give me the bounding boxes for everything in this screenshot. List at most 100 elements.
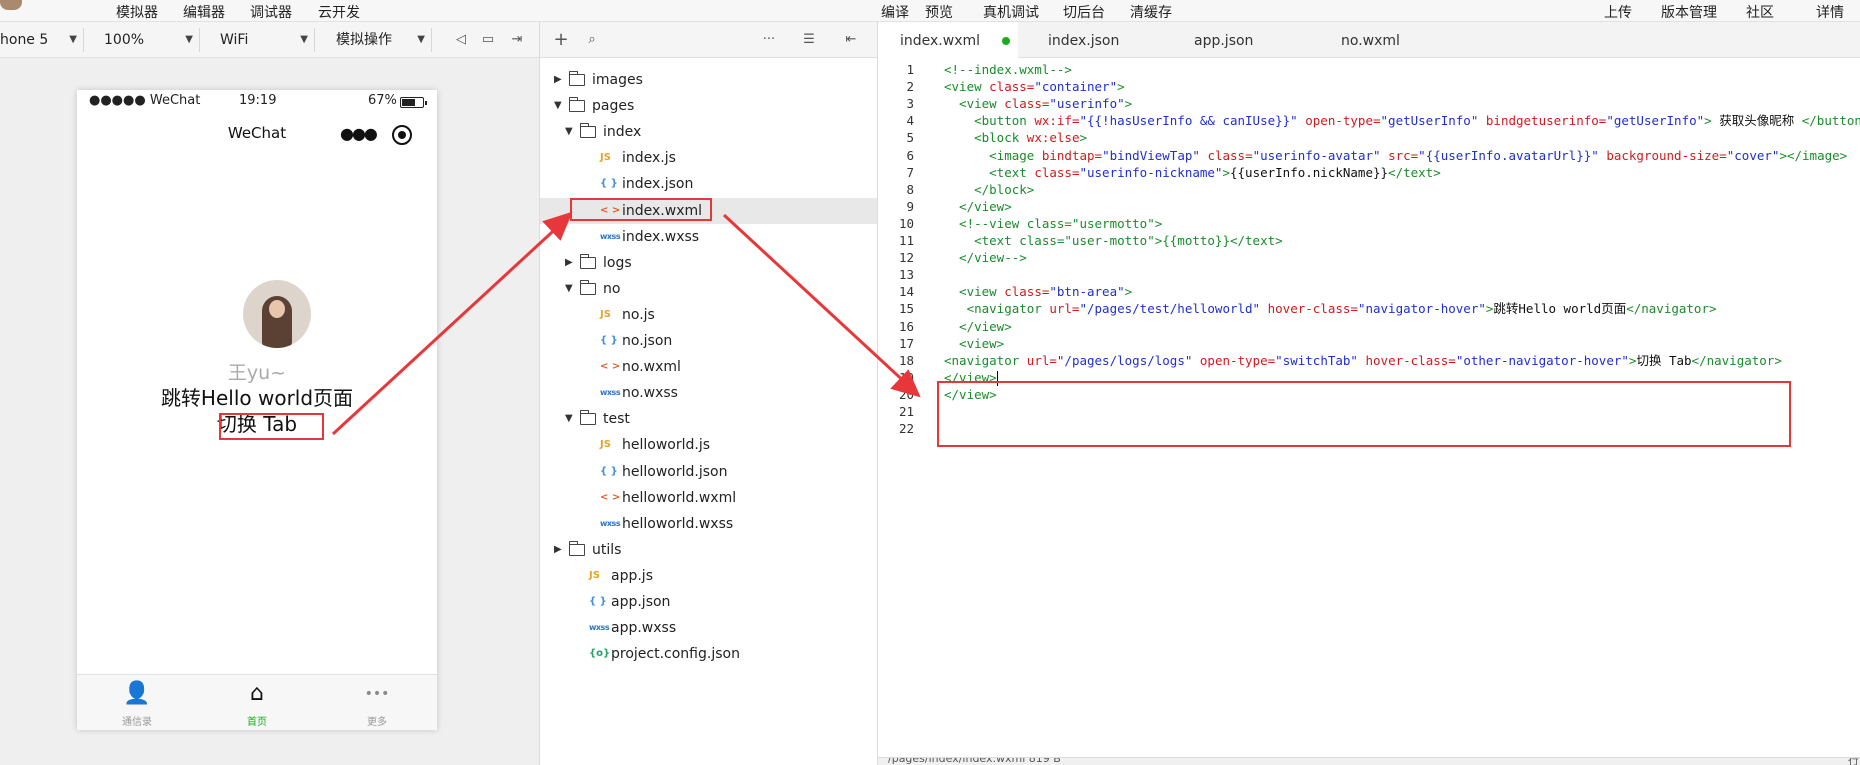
tree-item[interactable]: ▶ utils	[540, 537, 877, 563]
wxss-file-icon: wxss	[589, 623, 610, 633]
tree-item[interactable]: ▼ pages	[540, 93, 877, 119]
folder-open-icon	[579, 123, 596, 139]
code-line: </view>	[944, 386, 997, 402]
chevron-down-icon[interactable]: ▼	[565, 276, 573, 302]
tree-item[interactable]: ▶ logs	[540, 250, 877, 276]
menu-debugger[interactable]: 调试器	[250, 2, 292, 22]
chevron-right-icon[interactable]: ▶	[554, 67, 562, 93]
line-number: 21	[898, 404, 914, 419]
tree-item[interactable]: wxss index.wxss	[540, 224, 877, 250]
user-nickname: 王yu~	[227, 362, 287, 384]
tab-no-wxml[interactable]: no.wxml	[1319, 22, 1459, 58]
menu-editor[interactable]: 编辑器	[183, 2, 225, 22]
menu-simulator[interactable]: 模拟器	[116, 2, 158, 22]
battery-icon	[400, 97, 427, 108]
tab-index-json[interactable]: index.json	[1026, 22, 1166, 58]
json-file-icon: { }	[600, 465, 618, 477]
tab-more[interactable]: ••• 更多	[317, 675, 437, 731]
navigator-switch-tab[interactable]: 切换 Tab	[77, 408, 437, 437]
menu-version-manage[interactable]: 版本管理	[1661, 2, 1717, 22]
add-file-icon[interactable]: +	[552, 31, 570, 49]
line-number: 6	[906, 147, 914, 163]
tab-label: 更多	[367, 717, 387, 728]
js-file-icon: JS	[600, 152, 611, 164]
avatar[interactable]	[243, 280, 311, 348]
zoom-select[interactable]: 100% ▼	[104, 28, 200, 52]
tree-item[interactable]: wxss helloworld.wxss	[540, 511, 877, 537]
tree-item[interactable]: ▼ test	[540, 406, 877, 432]
mute-icon[interactable]: ◁	[452, 31, 470, 49]
wxml-file-icon: < >	[600, 204, 621, 216]
operation-select[interactable]: 模拟操作 ▼	[336, 28, 432, 52]
phone-tab-bar: 👤 通信录 ⌂ 首页 ••• 更多	[77, 674, 437, 730]
tree-item-label: helloworld.json	[622, 463, 728, 480]
menu-device-debug[interactable]: 真机调试	[983, 2, 1039, 22]
collapse-panel-icon[interactable]: ⇤	[842, 31, 860, 49]
tree-item[interactable]: {o} project.config.json	[540, 641, 877, 667]
device-select[interactable]: hone 5 ▼	[0, 28, 84, 52]
chevron-right-icon[interactable]: ▶	[565, 250, 573, 276]
menu-community[interactable]: 社区	[1746, 2, 1774, 22]
tab-label: index.json	[1048, 33, 1120, 49]
tab-index-wxml[interactable]: index.wxml	[878, 22, 1018, 58]
tree-item[interactable]: { } no.json	[540, 328, 877, 354]
line-number: 20	[898, 386, 914, 402]
menu-background[interactable]: 切后台	[1063, 2, 1105, 22]
tree-item-label: test	[603, 411, 630, 428]
tree-item[interactable]: JS no.js	[540, 302, 877, 328]
more-icon: •••	[364, 686, 390, 702]
tree-item[interactable]: { } index.json	[540, 171, 877, 197]
menu-clear-cache[interactable]: 清缓存	[1130, 2, 1172, 22]
folder-open-icon	[579, 279, 596, 295]
code-editor[interactable]: 1 2 3 4 5 6 7 8 9 10 11 12 13 14 15 16 17 18 19 20 21 22 <!--…	[878, 58, 1860, 760]
navigator-hello-world[interactable]: 跳转Hello world页面	[77, 382, 437, 411]
tab-label: 通信录	[122, 717, 152, 728]
network-select[interactable]: WiFi ▼	[220, 28, 315, 52]
menu-details[interactable]: 详情	[1816, 2, 1844, 22]
menu-upload[interactable]: 上传	[1604, 2, 1632, 22]
chevron-down-icon[interactable]: ▼	[554, 93, 562, 119]
chevron-right-icon[interactable]: ▶	[554, 537, 562, 563]
wxss-file-icon: wxss	[600, 388, 621, 398]
simulator-toolbar: hone 5 ▼ 100% ▼ WiFi ▼ 模拟操作 ▼ ◁ ▭ ⇥	[0, 22, 540, 58]
capsule-close-icon[interactable]	[392, 125, 412, 145]
js-file-icon: JS	[600, 439, 611, 451]
detach-icon[interactable]: ⇥	[508, 31, 526, 49]
tree-item[interactable]: < > no.wxml	[540, 354, 877, 380]
tab-app-json[interactable]: app.json	[1172, 22, 1312, 58]
capsule-more-icon[interactable]: ●●●	[340, 124, 378, 143]
menu-cloud-dev[interactable]: 云开发	[318, 2, 360, 22]
tab-home[interactable]: ⌂ 首页	[197, 675, 317, 731]
tree-item-label: no.wxml	[622, 359, 681, 376]
tree-item[interactable]: wxss no.wxss	[540, 380, 877, 406]
tree-item-label: utils	[592, 541, 622, 558]
tab-contacts[interactable]: 👤 通信录	[77, 675, 197, 731]
window-icon[interactable]: ▭	[479, 31, 497, 49]
tree-item[interactable]: { } app.json	[540, 589, 877, 615]
tree-item[interactable]: ▼ no	[540, 276, 877, 302]
tree-item[interactable]: ▼ index	[540, 119, 877, 145]
tree-item[interactable]: JS index.js	[540, 145, 877, 171]
menu-compile[interactable]: 编译	[881, 2, 909, 22]
chevron-down-icon[interactable]: ▼	[565, 406, 573, 432]
menu-preview[interactable]: 预览	[925, 2, 953, 22]
tree-item[interactable]: wxss app.wxss	[540, 615, 877, 641]
tree-item[interactable]: { } helloworld.json	[540, 459, 877, 485]
tab-label: index.wxml	[900, 33, 981, 49]
tree-item[interactable]: < > helloworld.wxml	[540, 485, 877, 511]
tree-item[interactable]: JS app.js	[540, 563, 877, 589]
search-icon[interactable]: ⌕	[583, 31, 601, 49]
tree-item-label: no	[603, 280, 621, 297]
code-area[interactable]: <!--index.wxml--> <view class="container"…	[944, 58, 1860, 760]
tree-item-label: project.config.json	[611, 646, 740, 663]
tree-item[interactable]: ▶ images	[540, 67, 877, 93]
tree-item[interactable]: JS helloworld.js	[540, 432, 877, 458]
more-options-icon[interactable]: ···	[760, 31, 778, 49]
code-line: </view-->	[944, 250, 1027, 266]
chevron-down-icon[interactable]: ▼	[565, 119, 573, 145]
sort-icon[interactable]: ☰	[800, 31, 818, 49]
wxss-file-icon: wxss	[600, 231, 621, 241]
tree-item[interactable]: < > index.wxml	[540, 197, 877, 224]
wxml-file-icon: < >	[600, 491, 621, 503]
tree-item-label: logs	[603, 254, 632, 271]
